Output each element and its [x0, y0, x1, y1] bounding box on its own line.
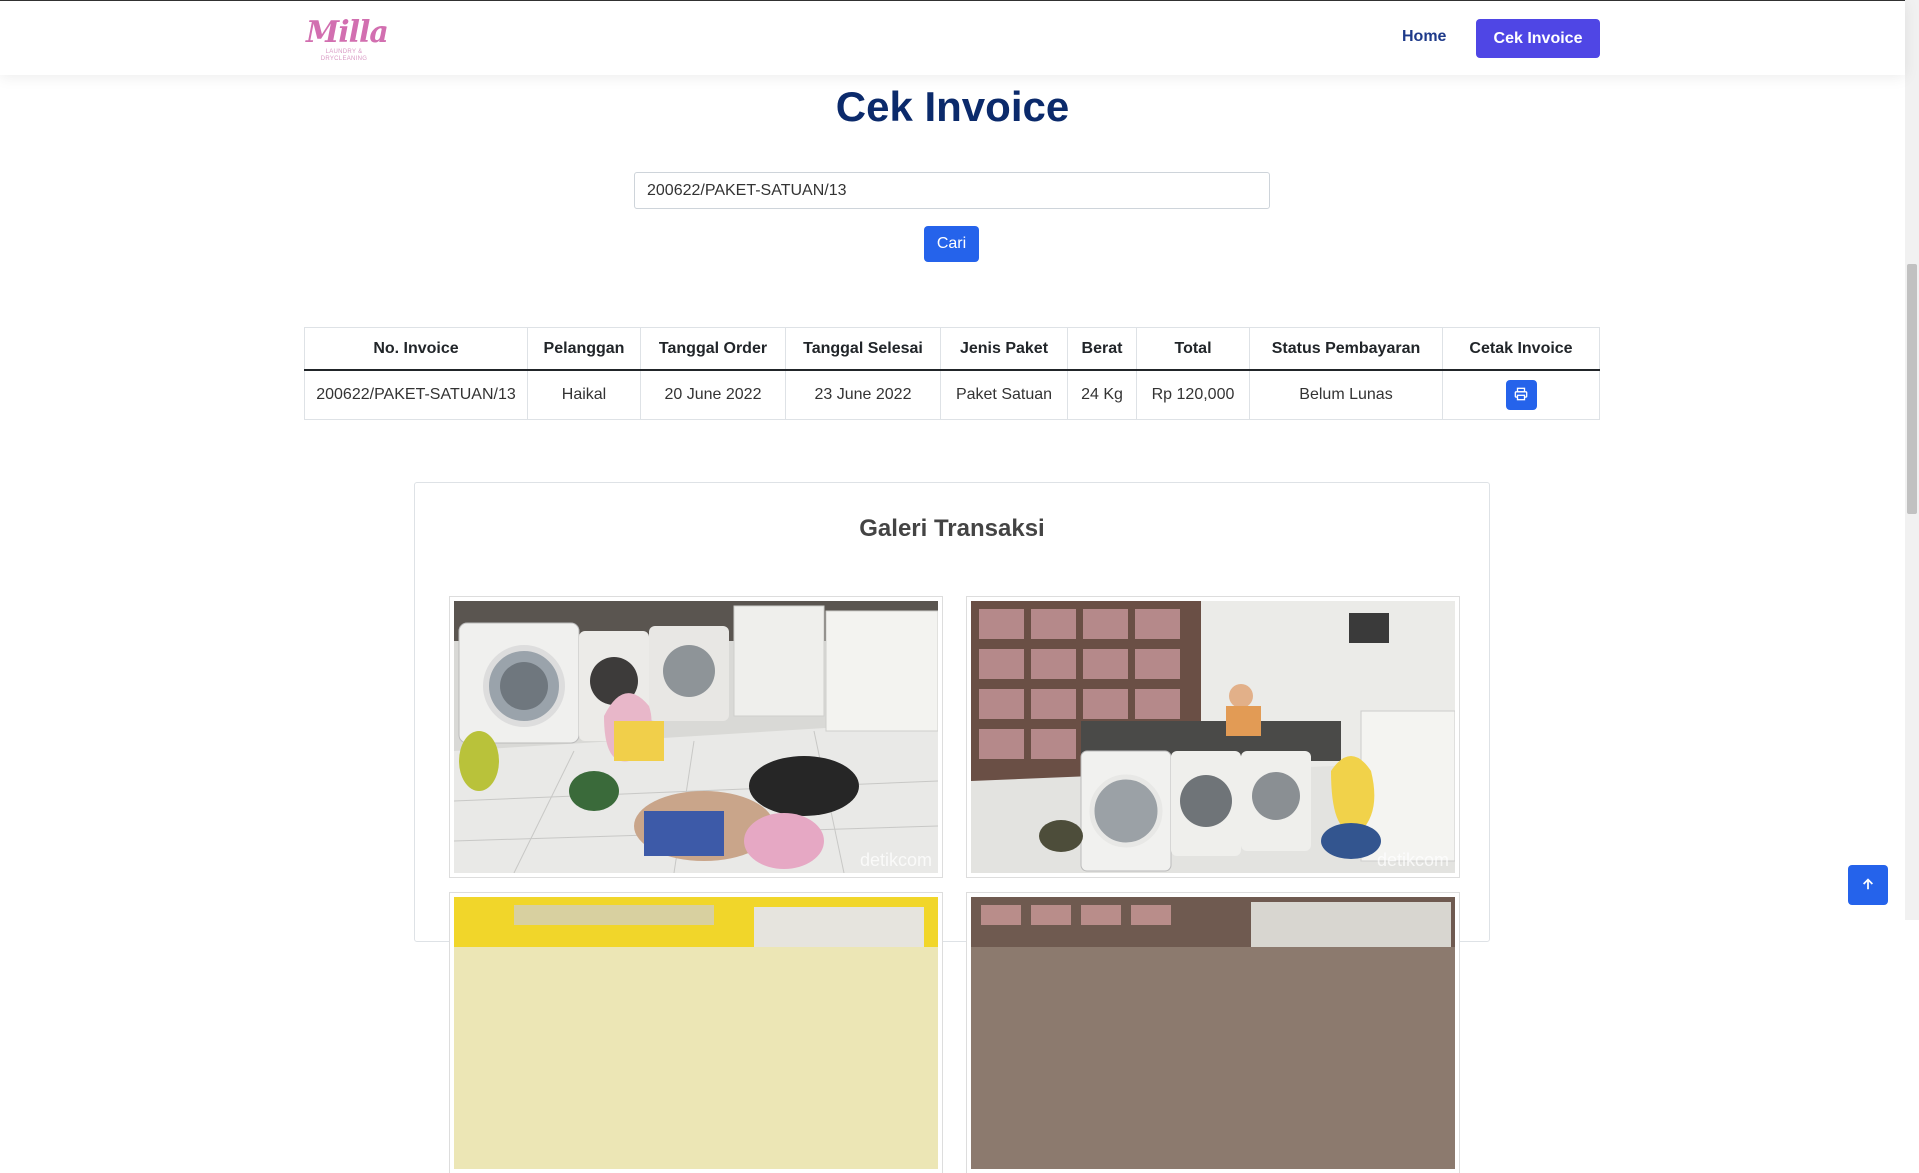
photo-watermark: detikcom: [859, 850, 932, 870]
photo-watermark: detikcom: [1376, 850, 1449, 870]
cell-weight: 24 Kg: [1067, 369, 1137, 420]
cell-payment-status: Belum Lunas: [1249, 369, 1443, 420]
cell-customer: Haikal: [527, 369, 641, 420]
search-button[interactable]: Cari: [924, 226, 979, 262]
invoice-table: No. Invoice Pelanggan Tanggal Order Tang…: [304, 327, 1600, 420]
col-customer: Pelanggan: [527, 327, 641, 371]
site-header: Milla LAUNDRY & DRYCLEANING Home Cek Inv…: [0, 1, 1905, 75]
col-invoice: No. Invoice: [304, 327, 528, 371]
nav-cek-invoice-button[interactable]: Cek Invoice: [1476, 19, 1600, 58]
logo-subtitle: LAUNDRY & DRYCLEANING: [320, 49, 368, 62]
nav-home-link[interactable]: Home: [1402, 28, 1446, 46]
logo-text: Milla: [306, 15, 389, 50]
gallery-photo-4[interactable]: [967, 893, 1459, 1173]
arrow-up-icon: [1861, 877, 1875, 894]
gallery-photo-3[interactable]: [450, 893, 942, 1173]
col-package: Jenis Paket: [940, 327, 1068, 371]
col-total: Total: [1136, 327, 1250, 371]
table-row: 200622/PAKET-SATUAN/13 Haikal 20 June 20…: [304, 369, 1600, 420]
col-payment-status: Status Pembayaran: [1249, 327, 1443, 371]
gallery-title: Galeri Transaksi: [859, 515, 1045, 542]
gallery-photo-2[interactable]: detikcom: [967, 597, 1459, 877]
col-order-date: Tanggal Order: [640, 327, 786, 371]
invoice-search-input[interactable]: [634, 172, 1270, 209]
scrollbar-thumb[interactable]: [1907, 264, 1917, 514]
back-to-top-button[interactable]: [1848, 865, 1888, 905]
cell-finish-date: 23 June 2022: [785, 369, 941, 420]
cell-order-date: 20 June 2022: [640, 369, 786, 420]
gallery-photo-1[interactable]: detikcom: [450, 597, 942, 877]
page-title: Cek Invoice: [835, 83, 1070, 130]
cell-print: [1442, 369, 1600, 420]
transaction-gallery: Galeri Transaksi detikcom detikcom: [414, 482, 1490, 1173]
print-invoice-button[interactable]: [1505, 380, 1537, 410]
table-header-row: No. Invoice Pelanggan Tanggal Order Tang…: [304, 327, 1600, 371]
cell-invoice: 200622/PAKET-SATUAN/13: [304, 369, 528, 420]
printer-icon: [1514, 387, 1528, 404]
col-finish-date: Tanggal Selesai: [785, 327, 941, 371]
col-print: Cetak Invoice: [1442, 327, 1600, 371]
cell-package: Paket Satuan: [940, 369, 1068, 420]
col-weight: Berat: [1067, 327, 1137, 371]
cell-total: Rp 120,000: [1136, 369, 1250, 420]
